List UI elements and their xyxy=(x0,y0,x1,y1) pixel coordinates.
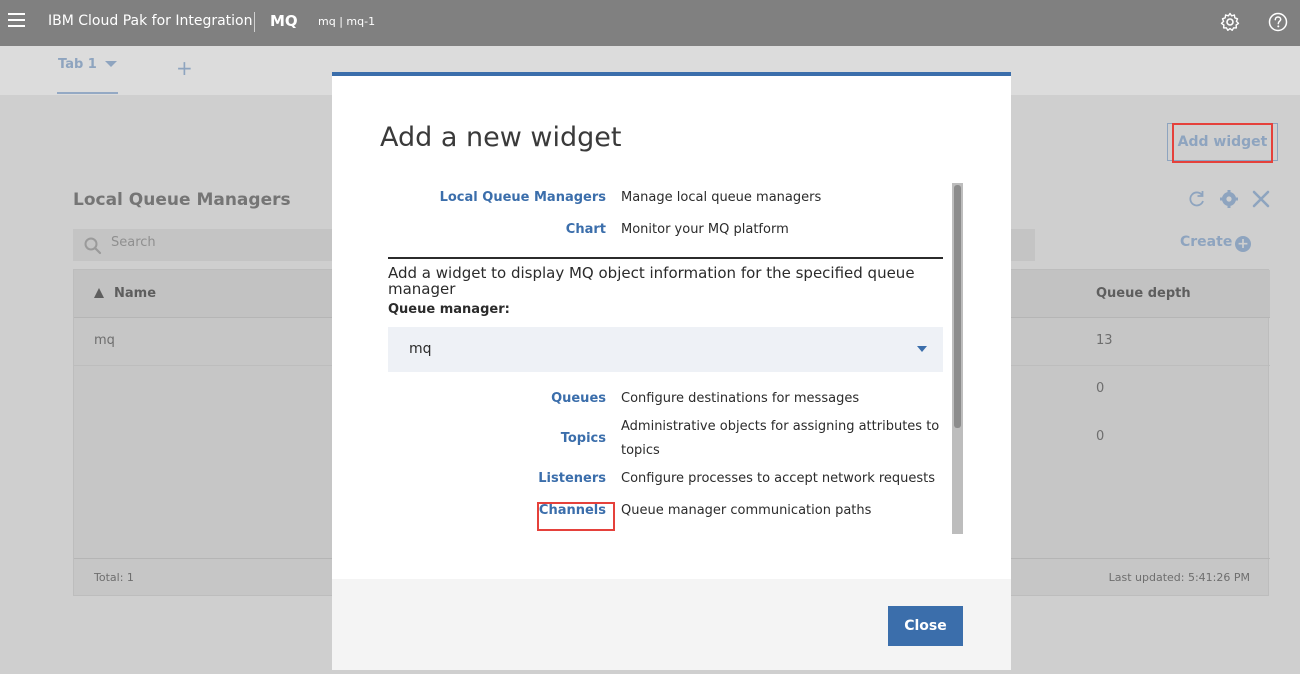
add-widget-button[interactable]: Add widget xyxy=(1167,123,1278,161)
scrollbar-thumb[interactable] xyxy=(954,185,961,428)
top-bar: IBM Cloud Pak for Integration MQ mq | mq… xyxy=(0,0,1300,46)
widget-list: Local Queue Managers Manage local queue … xyxy=(388,180,963,534)
section-description: Add a widget to display MQ object inform… xyxy=(388,264,915,298)
settings-icon[interactable] xyxy=(1220,12,1240,32)
cell-name: mq xyxy=(94,333,115,348)
menu-icon[interactable] xyxy=(8,13,26,31)
create-button[interactable]: Create xyxy=(1180,234,1232,250)
widget-link-chart[interactable]: Chart xyxy=(566,222,606,237)
instance-name: mq | mq-1 xyxy=(318,15,376,28)
refresh-icon[interactable] xyxy=(1187,189,1207,209)
queue-manager-value: mq xyxy=(409,341,432,357)
tab-label: Tab 1 xyxy=(58,57,97,72)
search-icon xyxy=(84,237,102,255)
widget-title: Local Queue Managers xyxy=(73,190,291,210)
sort-ascending-icon[interactable] xyxy=(94,288,104,298)
cell-queue-depth: 0 xyxy=(1096,381,1105,396)
cell-queue-depth: 0 xyxy=(1096,429,1105,444)
last-updated: Last updated: 5:41:26 PM xyxy=(1108,571,1250,584)
widget-description: Queue manager communication paths xyxy=(621,503,872,518)
widget-description: Configure destinations for messages xyxy=(621,391,860,406)
widget-description: Manage local queue managers xyxy=(621,190,822,205)
product-name[interactable]: IBM Cloud Pak for Integration xyxy=(48,13,253,29)
add-circle-icon[interactable]: + xyxy=(1235,236,1251,252)
dialog-title: Add a new widget xyxy=(380,122,622,153)
widget-link-topics[interactable]: Topics xyxy=(561,431,606,446)
header-divider xyxy=(254,12,255,32)
widget-link-queues[interactable]: Queues xyxy=(551,391,606,406)
widget-description: Monitor your MQ platform xyxy=(621,222,789,237)
column-header-name[interactable]: Name xyxy=(114,286,156,301)
widget-link-local-queue-managers[interactable]: Local Queue Managers xyxy=(440,190,606,205)
close-icon[interactable] xyxy=(1251,189,1271,209)
widget-link-channels[interactable]: Channels xyxy=(539,503,606,518)
widget-link-listeners[interactable]: Listeners xyxy=(538,471,606,486)
column-header-queue-depth[interactable]: Queue depth xyxy=(1096,286,1191,301)
chevron-down-icon[interactable] xyxy=(917,346,927,352)
queue-manager-select[interactable]: mq xyxy=(388,327,943,372)
close-button[interactable]: Close xyxy=(888,606,963,646)
add-widget-dialog: Add a new widget Local Queue Managers Ma… xyxy=(332,72,1011,670)
tab-1[interactable]: Tab 1 xyxy=(57,46,118,94)
cell-queue-depth: 13 xyxy=(1096,333,1113,348)
total-count: Total: 1 xyxy=(94,571,134,584)
widget-settings-icon[interactable] xyxy=(1219,189,1239,209)
help-icon[interactable] xyxy=(1268,12,1288,32)
chevron-down-icon[interactable] xyxy=(105,61,117,67)
app-name: MQ xyxy=(270,12,298,30)
section-divider xyxy=(388,257,943,259)
queue-manager-label: Queue manager: xyxy=(388,302,510,317)
dialog-footer: Close xyxy=(332,579,1011,670)
search-input[interactable] xyxy=(111,235,311,250)
add-tab-button[interactable]: + xyxy=(176,56,193,80)
widget-description: Administrative objects for assigning att… xyxy=(621,419,940,458)
scrollbar[interactable] xyxy=(952,183,963,534)
widget-description: Configure processes to accept network re… xyxy=(621,471,936,486)
